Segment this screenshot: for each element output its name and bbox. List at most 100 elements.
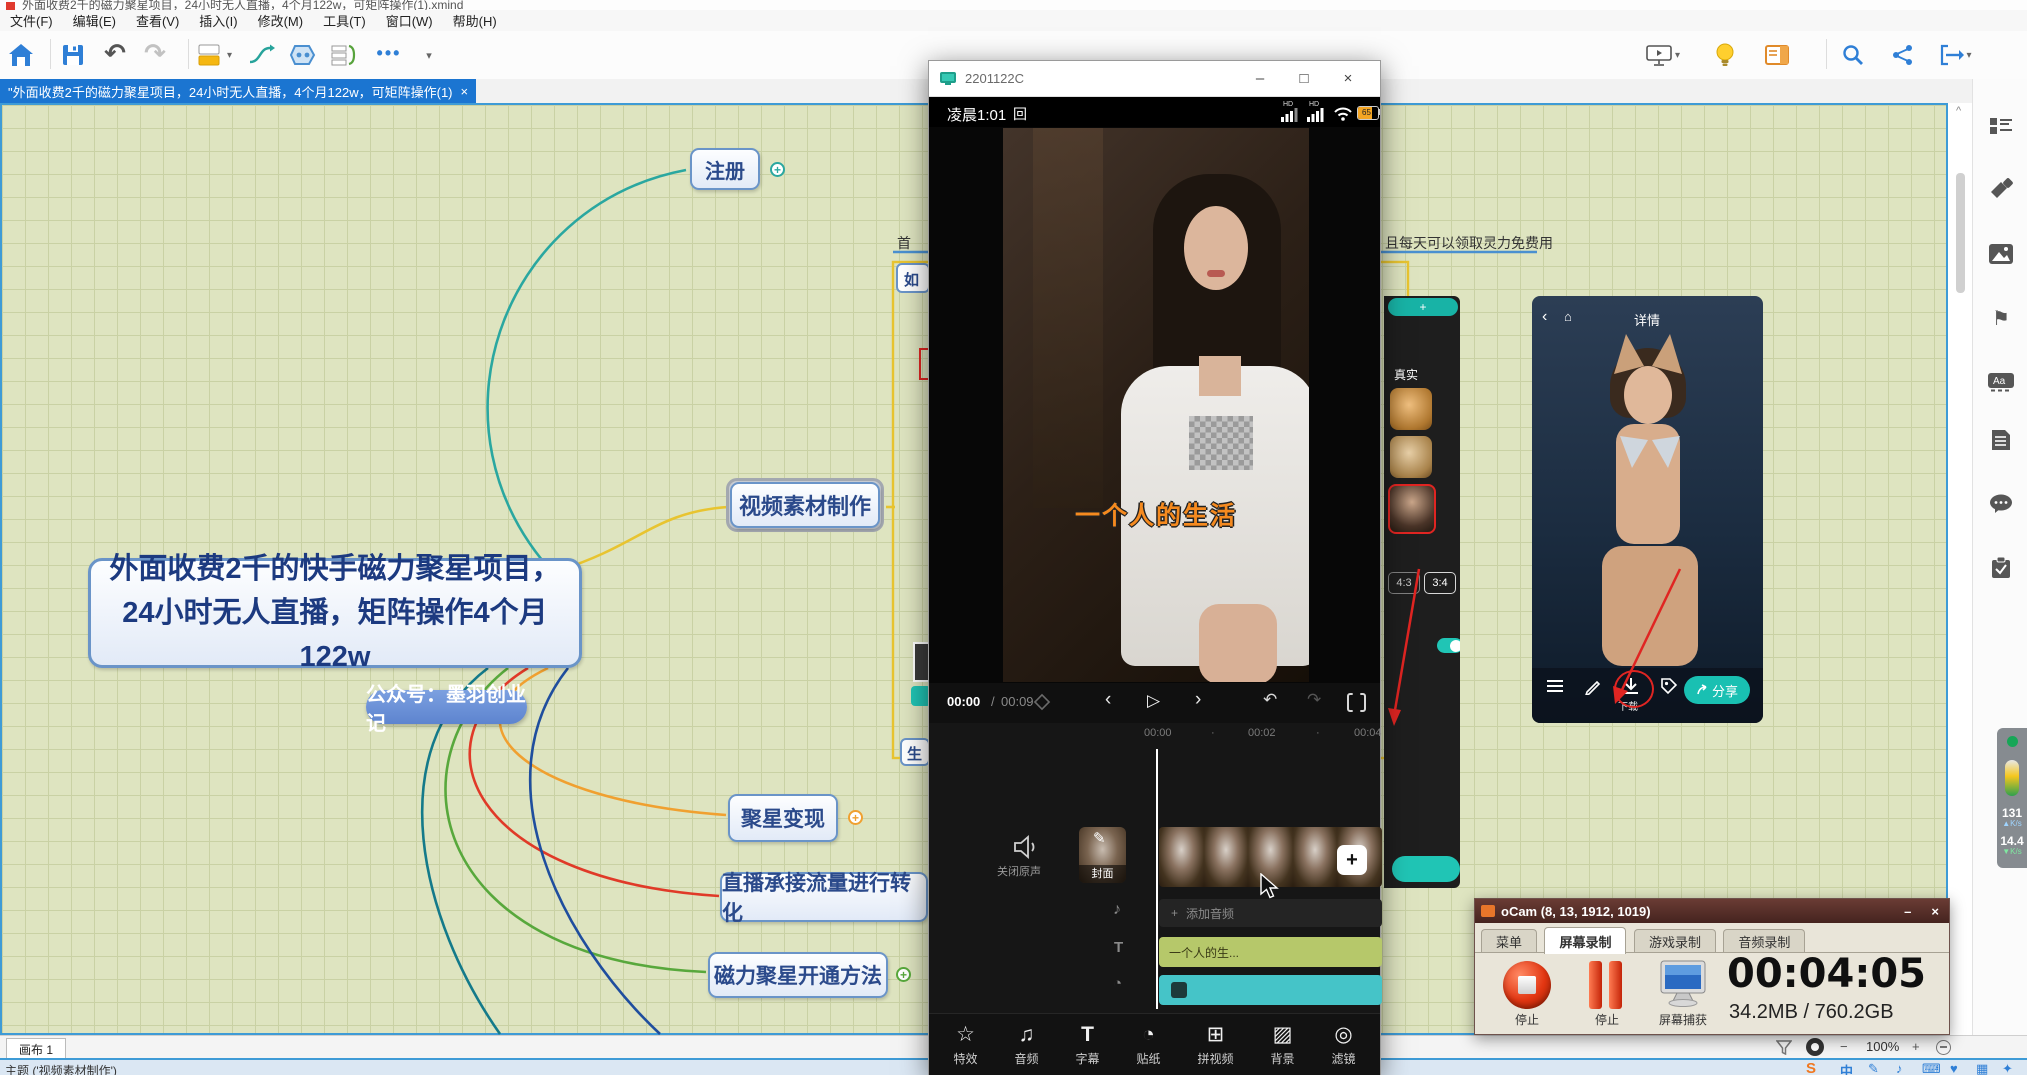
hidden-node-how[interactable]: 如 [896,263,930,293]
tab-game-record[interactable]: 游戏录制 [1634,929,1716,952]
nav-subtitles[interactable]: T字幕 [1075,1024,1099,1067]
tab-menu[interactable]: 菜单 [1481,929,1537,952]
menu-view[interactable]: 查看(V) [126,11,189,30]
nav-stickers[interactable]: ◔贴纸 [1136,1024,1160,1067]
expand-badge-method[interactable]: + [896,967,911,982]
pause-button[interactable] [1587,961,1627,1009]
node-material[interactable]: 视频素材制作 [730,482,880,528]
fullscreen-icon[interactable] [1347,693,1366,712]
ocam-window[interactable]: oCam (8, 13, 1912, 1019) – × 菜单 屏幕录制 游戏录… [1474,898,1950,1035]
label-icon[interactable]: Aa [1987,369,2015,395]
ratio-3-4-chip[interactable]: 3:4 [1424,572,1456,594]
next-frame-icon[interactable]: › [1195,689,1201,711]
overview-eye-icon[interactable] [1806,1038,1824,1056]
keyframe-diamond-icon[interactable] [1033,693,1051,711]
tray-keyboard-icon[interactable]: ⌨ [1922,1061,1941,1075]
play-icon[interactable]: ▷ [1147,691,1160,711]
generate-button[interactable] [1392,856,1460,882]
effect-track[interactable] [1159,975,1382,1005]
panel-toggle-button[interactable] [1760,35,1794,75]
sticker-tool-icon[interactable]: ◔ [1113,975,1122,992]
tray-mic-icon[interactable]: ♪ [1896,1061,1903,1075]
export-button[interactable]: ▾ [1938,35,1972,75]
expand-badge-monetize[interactable]: + [848,810,863,825]
tab-audio-record[interactable]: 音频录制 [1723,929,1805,952]
summary-button[interactable] [328,35,362,75]
menu-insert[interactable]: 插入(I) [189,11,247,30]
prev-frame-icon[interactable]: ‹ [1105,689,1111,711]
tray-tools-icon[interactable]: ✦ [2002,1061,2013,1075]
menu-help[interactable]: 帮助(H) [443,11,507,30]
node-material-selection[interactable]: 视频素材制作 [726,478,884,532]
tab-screen-record[interactable]: 屏幕录制 [1544,927,1626,954]
phone-mirror-window[interactable]: 2201122C – □ × 凌晨1:01 回 HD HD 65 × 720P … [928,60,1381,1075]
node-register[interactable]: 注册 [690,148,760,190]
presentation-button[interactable]: ▾ [1645,35,1680,75]
nav-audio[interactable]: ♫音频 [1014,1024,1038,1067]
boundary-button[interactable] [286,35,320,75]
avatar-thumb-selected[interactable] [1388,484,1436,534]
image-icon[interactable] [1987,241,2015,267]
notes-icon[interactable] [1987,427,2015,453]
marker-flag-icon[interactable]: ⚑ [1987,305,2015,331]
minimize-button[interactable]: – [1238,70,1282,87]
add-clip-button[interactable]: + [1337,845,1367,875]
vertical-scrollbar[interactable]: ^ [1950,103,1972,1035]
node-free-resource-label[interactable]: 且每天可以领取灵力免费用 [1385,233,1553,253]
nav-split-video[interactable]: ⊞拼视频 [1197,1024,1233,1067]
menu-file[interactable]: 文件(F) [0,11,63,30]
minimize-button[interactable]: – [1904,904,1911,919]
menu-lines-icon[interactable] [1546,678,1564,694]
netspeed-widget[interactable]: 131 ▲K/s 14.4 ▼K/s [1997,728,2027,868]
node-central-topic[interactable]: 外面收费2千的快手磁力聚星项目，24小时无人直播，矩阵操作4个月122w [88,558,582,668]
avatar-thumb-2[interactable] [1390,436,1432,478]
ocam-titlebar[interactable]: oCam (8, 13, 1912, 1019) – × [1475,899,1949,923]
scrollbar-thumb[interactable] [1956,173,1965,293]
zoom-in-button[interactable]: + [1912,1039,1920,1054]
filter-funnel-icon[interactable] [1776,1040,1792,1055]
node-monetize[interactable]: 聚星变现 [728,794,838,842]
redo-icon[interactable]: ↷ [1307,690,1321,710]
search-button[interactable] [1836,35,1870,75]
tag-icon[interactable] [1660,677,1678,695]
save-button[interactable] [56,35,90,75]
stop-button[interactable] [1503,961,1551,1009]
nav-background[interactable]: ▨背景 [1270,1024,1294,1067]
scroll-up-icon[interactable]: ^ [1956,105,1961,117]
node-live-convert[interactable]: 直播承接流量进行转化 [720,872,928,922]
tray-pen-icon[interactable]: ✎ [1868,1061,1879,1075]
outline-icon[interactable] [1987,113,2015,139]
zoom-reset-button[interactable] [1936,1040,1951,1055]
more-dropdown[interactable]: ▾ [412,35,446,75]
more-tools-button[interactable]: ••• [372,33,406,73]
menu-modify[interactable]: 修改(M) [248,11,314,30]
maximize-button[interactable]: □ [1282,70,1326,87]
undo-icon[interactable]: ↶ [1263,690,1277,710]
menu-tools[interactable]: 工具(T) [313,11,376,30]
mute-speaker-icon[interactable] [1013,835,1041,859]
back-icon[interactable]: ‹ [1542,308,1547,326]
text-tool-icon[interactable]: T [1114,939,1123,956]
audio-note-icon[interactable]: ♪ [1113,901,1121,919]
close-button[interactable]: × [1931,904,1939,919]
close-button[interactable]: × [1326,70,1370,87]
comment-icon[interactable] [1987,491,2015,517]
redo-button[interactable]: ↷ [138,33,172,73]
sogou-tray-icon[interactable]: S [1806,1060,1816,1075]
nav-effects[interactable]: ☆特效 [953,1024,977,1067]
relationship-button[interactable] [244,35,278,75]
screen-capture-button[interactable] [1657,959,1709,1014]
text-track[interactable]: 一个人的生... [1159,937,1382,967]
expand-badge-register[interactable]: + [770,162,785,177]
ime-chinese-icon[interactable]: 中 [1840,1061,1853,1075]
avatar-thumb-hamster[interactable] [1390,388,1432,430]
zoom-out-button[interactable]: − [1840,1039,1848,1054]
playhead[interactable] [1156,749,1158,1009]
format-brush-icon[interactable] [1987,177,2015,203]
hidden-node-generate[interactable]: 生 [900,738,930,766]
menu-edit[interactable]: 编辑(E) [63,11,126,30]
cover-thumbnail[interactable]: ✎ 封面 [1079,827,1126,883]
home-button[interactable] [4,35,38,75]
edit-pencil-icon[interactable] [1584,677,1602,695]
menu-window[interactable]: 窗口(W) [376,11,443,30]
